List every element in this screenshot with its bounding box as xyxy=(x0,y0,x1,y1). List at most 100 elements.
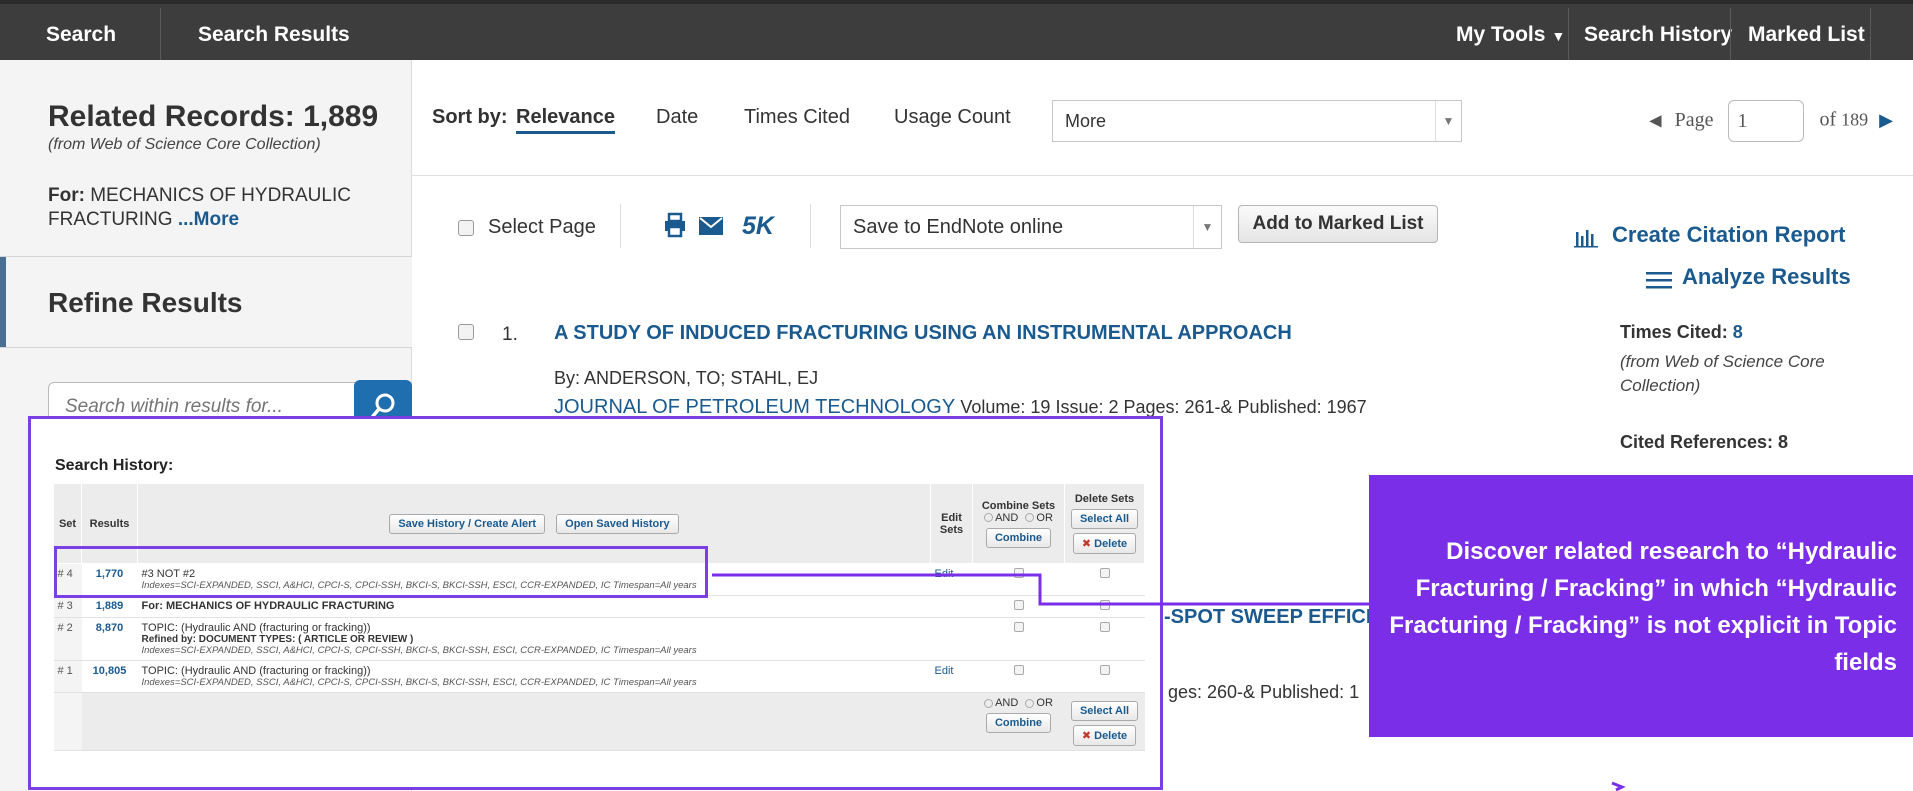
chevron-down-icon: ▼ xyxy=(1551,28,1566,44)
delete-checkbox[interactable] xyxy=(1099,600,1110,610)
delete-cell xyxy=(1064,563,1145,596)
sort-relevance[interactable]: Relevance xyxy=(516,106,615,134)
delete-checkbox[interactable] xyxy=(1099,568,1110,578)
related-records-source: (from Web of Science Core Collection) xyxy=(48,136,321,153)
or-radio[interactable] xyxy=(1025,513,1035,523)
nav-divider xyxy=(160,8,161,64)
sort-times-cited[interactable]: Times Cited xyxy=(744,106,850,129)
search-history-title: Search History: xyxy=(55,457,174,474)
nav-divider xyxy=(1870,8,1871,64)
nav-divider xyxy=(1568,8,1569,64)
divider xyxy=(620,204,621,248)
results-count-link[interactable]: 10,805 xyxy=(81,660,138,693)
sort-date[interactable]: Date xyxy=(656,106,698,129)
divider xyxy=(810,204,811,248)
combine-checkbox[interactable] xyxy=(1013,622,1024,632)
open-saved-history-button[interactable]: Open Saved History xyxy=(556,513,679,534)
delete-cell xyxy=(1064,595,1145,618)
save-history-button[interactable]: Save History / Create Alert xyxy=(389,513,546,534)
chevron-down-icon: ▼ xyxy=(1435,101,1461,141)
nav-search-link[interactable]: Search xyxy=(46,8,116,64)
analyze-lines-icon[interactable] xyxy=(1646,270,1672,290)
delete-sets-label: Delete Sets xyxy=(1074,493,1135,505)
for-more-link[interactable]: ...More xyxy=(178,209,239,230)
add-to-marked-list-button[interactable]: Add to Marked List xyxy=(1238,205,1438,243)
cited-references[interactable]: Cited References: 8 xyxy=(1620,432,1788,453)
query-cell: TOPIC: (Hydraulic AND (fracturing or fra… xyxy=(137,660,931,693)
search-history-panel: Search History: Set Results Save History… xyxy=(28,416,1163,790)
delete-button[interactable]: ✖ Delete xyxy=(1072,725,1137,746)
delete-label: Delete xyxy=(1094,538,1128,550)
marked-list-link[interactable]: Marked List xyxy=(1748,8,1865,64)
page-of-label: of xyxy=(1819,108,1837,131)
table-row: # 3 1,889 For: MECHANICS OF HYDRAULIC FR… xyxy=(53,595,1145,618)
create-citation-report-link[interactable]: Create Citation Report xyxy=(1612,222,1845,248)
result-title-link[interactable]: A STUDY OF INDUCED FRACTURING USING AN I… xyxy=(554,322,1292,345)
combine-checkbox[interactable] xyxy=(1013,600,1024,610)
footer-cell xyxy=(137,692,931,751)
sort-more-label: More xyxy=(1065,111,1107,131)
mail-icon-svg xyxy=(699,217,723,235)
chevron-down-icon: ▼ xyxy=(1193,206,1221,248)
or-label: OR xyxy=(1036,697,1053,709)
col-edit-sets: Edit Sets xyxy=(930,483,973,564)
export-5k-link[interactable]: 5K xyxy=(742,212,774,241)
page-prev-icon[interactable]: ◀ xyxy=(1649,113,1661,130)
set-number: # 2 xyxy=(53,617,82,661)
combine-checkbox[interactable] xyxy=(1013,665,1024,675)
and-label: AND xyxy=(995,511,1019,524)
combine-button[interactable]: Combine xyxy=(985,527,1052,548)
my-tools-menu[interactable]: My Tools ▼ xyxy=(1456,8,1565,64)
indexes-text: Indexes=SCI-EXPANDED, SSCI, A&HCI, CPCI-… xyxy=(141,645,697,656)
delete-label: Delete xyxy=(1094,730,1128,742)
delete-button[interactable]: ✖ Delete xyxy=(1072,533,1137,554)
delete-checkbox[interactable] xyxy=(1099,622,1110,632)
and-label: AND xyxy=(995,697,1019,709)
sort-bar: Sort by: Relevance Date Times Cited Usag… xyxy=(412,60,1913,176)
sort-usage-count[interactable]: Usage Count xyxy=(894,106,1011,129)
and-radio[interactable] xyxy=(984,698,994,708)
analyze-results-link[interactable]: Analyze Results xyxy=(1682,264,1851,290)
result-title-link[interactable]: -SPOT SWEEP EFFICIE xyxy=(1164,606,1385,629)
footer-combine-cell: AND OR Combine xyxy=(972,692,1065,751)
table-footer-row: AND OR Combine Select All ✖ Delete xyxy=(53,692,1145,751)
mail-icon[interactable] xyxy=(698,210,724,244)
save-to-dropdown[interactable]: Save to EndNote online ▼ xyxy=(840,205,1222,249)
page-next-icon[interactable]: ▶ xyxy=(1879,110,1893,130)
col-combine-sets: Combine Sets AND OR Combine xyxy=(972,483,1065,564)
sort-more-dropdown[interactable]: More ▼ xyxy=(1052,100,1462,142)
edit-set-link[interactable]: Edit xyxy=(930,660,973,693)
delete-checkbox[interactable] xyxy=(1099,665,1110,675)
bar-chart-icon[interactable] xyxy=(1574,226,1600,248)
edit-set-link[interactable]: Edit xyxy=(930,563,973,596)
result-meta: ges: 260-& Published: 1 xyxy=(1168,682,1360,702)
annotation-callout: Discover related research to “Hydraulic … xyxy=(1369,475,1913,737)
result-number: 1. xyxy=(502,324,518,345)
table-row: # 2 8,870 TOPIC: (Hydraulic AND (fractur… xyxy=(53,617,1145,661)
results-count-link[interactable]: 1,889 xyxy=(81,595,138,618)
page-number-input[interactable] xyxy=(1728,100,1805,142)
footer-cell xyxy=(53,692,82,751)
combine-button[interactable]: Combine xyxy=(985,713,1052,733)
search-history-link[interactable]: Search History xyxy=(1584,8,1732,64)
select-page-checkbox[interactable] xyxy=(458,220,474,236)
result-journal-link[interactable]: JOURNAL OF PETROLEUM TECHNOLOGY xyxy=(554,396,955,418)
times-cited: Times Cited: 8 xyxy=(1620,322,1743,343)
col-delete-sets: Delete Sets Select All ✖ Delete xyxy=(1064,483,1145,564)
for-label: For: xyxy=(48,185,85,206)
select-all-button[interactable]: Select All xyxy=(1070,509,1139,529)
search-history-table: Set Results Save History / Create Alert … xyxy=(53,483,1145,751)
nav-search-results-link[interactable]: Search Results xyxy=(198,8,350,64)
combine-checkbox[interactable] xyxy=(1013,568,1024,578)
select-all-button[interactable]: Select All xyxy=(1070,701,1139,721)
refined-text: Refined by: DOCUMENT TYPES: ( ARTICLE OR… xyxy=(141,634,414,645)
query-cell: TOPIC: (Hydraulic AND (fracturing or fra… xyxy=(137,617,931,661)
and-radio[interactable] xyxy=(984,513,994,523)
result-checkbox[interactable] xyxy=(458,324,474,340)
divider xyxy=(0,347,412,348)
times-cited-value[interactable]: 8 xyxy=(1733,322,1743,342)
or-radio[interactable] xyxy=(1025,698,1035,708)
table-row: # 1 10,805 TOPIC: (Hydraulic AND (fractu… xyxy=(53,660,1145,693)
results-count-link[interactable]: 8,870 xyxy=(81,617,138,661)
print-icon[interactable] xyxy=(662,212,688,245)
